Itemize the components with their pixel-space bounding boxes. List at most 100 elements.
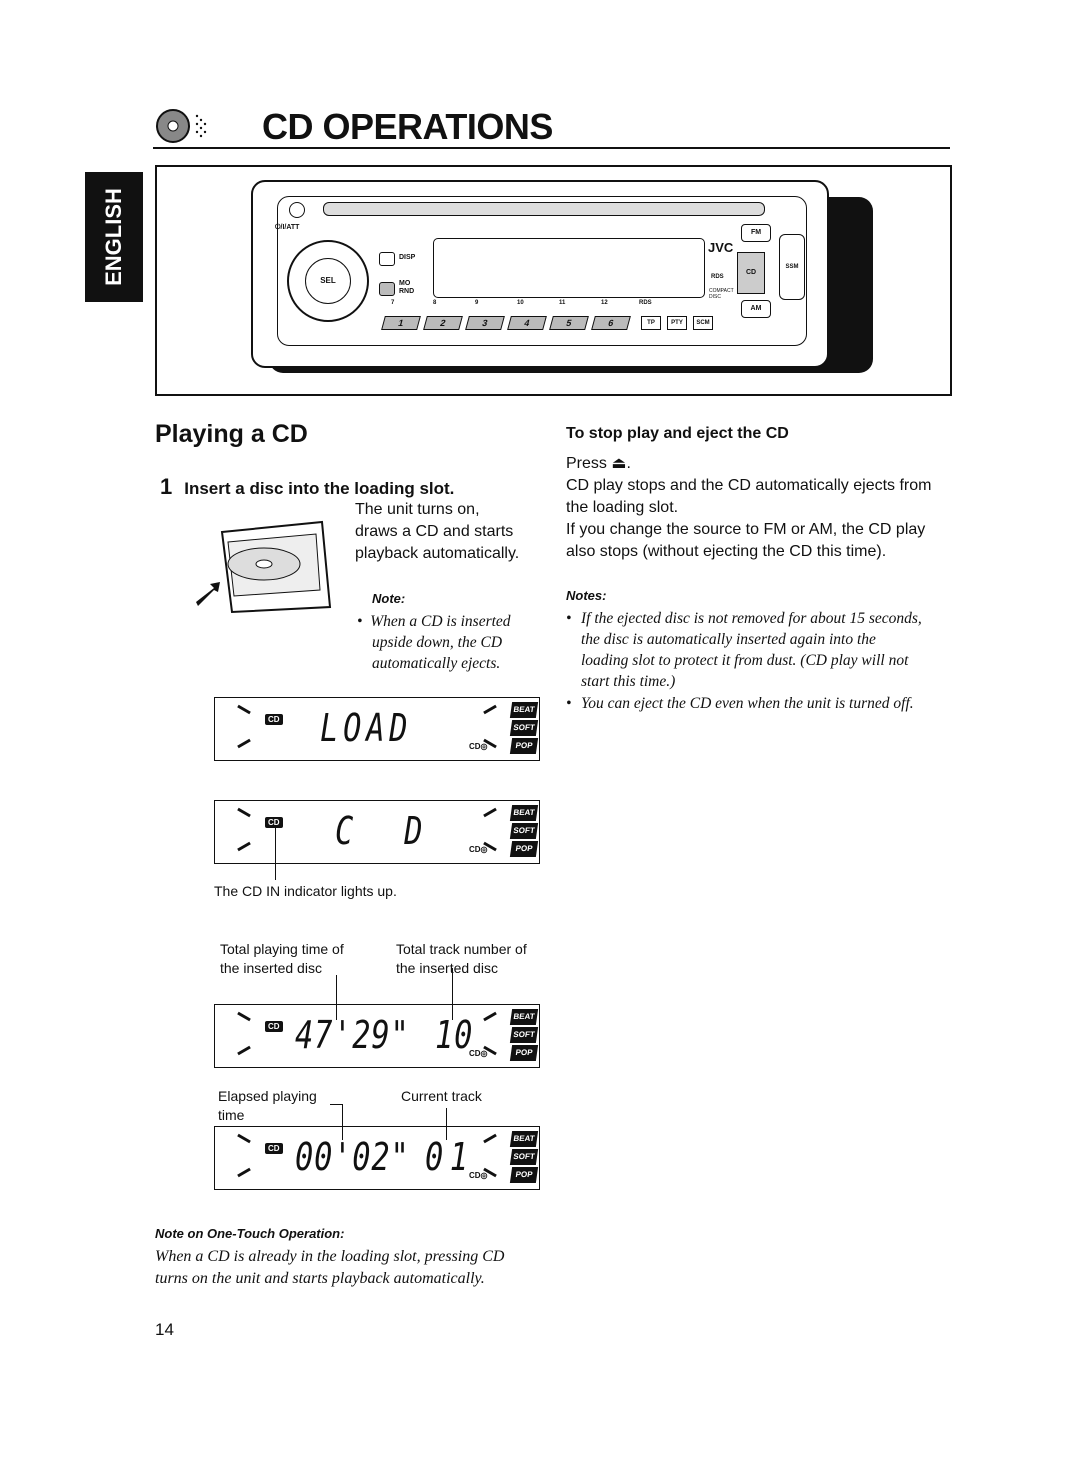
display-track: 10 (435, 1013, 474, 1057)
pop-mode: POP (509, 738, 539, 754)
disc-insert-illustration (196, 520, 332, 614)
one-touch-text: When a CD is already in the loading slot… (155, 1246, 504, 1290)
display-time: 47'29" (295, 1013, 410, 1057)
lcd-display-load: CD LOAD CD◎ BEAT SOFT POP (214, 697, 540, 761)
disp-button[interactable] (379, 252, 395, 266)
compact-disc-logo: COMPACT DISC (709, 288, 734, 300)
device-illustration-frame: ⏻/I/ATT SEL DISP MO RND JVC RDS COMPACT D… (155, 165, 952, 396)
display-main-text: LOAD (320, 706, 413, 750)
pty-button[interactable]: PTY (667, 316, 687, 330)
preset-alt-8: 8 (433, 300, 437, 306)
note-body: When a CD is inserted upside down, the C… (370, 613, 511, 672)
preset-4-button[interactable]: 4 (507, 316, 547, 330)
loading-slot (323, 202, 765, 216)
text-line: loading slot to protect it from dust. (C… (581, 652, 909, 669)
lcd-window (433, 238, 705, 298)
pop-mode: POP (509, 1167, 539, 1183)
manual-page: CD OPERATIONS ENGLISH ⏻/I/ATT SEL DISP M… (0, 0, 1080, 1464)
caption-line: the inserted disc (396, 960, 498, 976)
cd-in-indicator: CD (265, 1143, 283, 1154)
text-line: start this time.) (581, 673, 676, 690)
fm-button[interactable]: FM (741, 224, 771, 242)
display-main-text: C D (335, 809, 428, 853)
disp-label: DISP (399, 254, 416, 261)
beat-mode: BEAT (509, 805, 539, 821)
section-title: Playing a CD (155, 420, 308, 448)
preset-6-button[interactable]: 6 (591, 316, 631, 330)
cd-button[interactable]: CD (737, 252, 765, 294)
stop-eject-heading: To stop play and eject the CD (566, 425, 789, 442)
elapsed-caption: Elapsed playing time (218, 1087, 317, 1125)
tp-button[interactable]: TP (641, 316, 661, 330)
mo-rnd-button[interactable] (379, 282, 395, 296)
ssm-seek-button[interactable]: SSM (779, 234, 805, 300)
display-time: 00'02" (295, 1135, 410, 1179)
rds-logo: RDS (711, 274, 724, 280)
caption-line: the inserted disc (220, 960, 322, 976)
beat-mode: BEAT (509, 1009, 539, 1025)
sound-mode-indicators: BEAT SOFT POP (509, 702, 539, 756)
step-text-line: draws a CD and starts (355, 523, 514, 540)
sel-button[interactable]: SEL (305, 258, 351, 304)
preset-alt-10: 10 (517, 300, 524, 306)
preset-2-button[interactable]: 2 (423, 316, 463, 330)
press-eject-instruction: Press ⏏. (566, 455, 631, 472)
text-line: CD play stops and the CD automatically e… (566, 477, 932, 494)
text-line: When a CD is already in the loading slot… (155, 1248, 505, 1265)
total-tracks-caption: Total track number of the inserted disc (396, 940, 527, 978)
soft-mode: SOFT (509, 1027, 539, 1043)
step-1-heading: 1 Insert a disc into the loading slot. (160, 474, 454, 500)
step-title: Insert a disc into the loading slot. (184, 479, 455, 498)
caption-line: Elapsed playing (218, 1088, 317, 1104)
cd-disc-indicator-icon: CD◎ (469, 845, 488, 854)
one-touch-heading: Note on One-Touch Operation: (155, 1226, 345, 1241)
notes-heading: Notes: (566, 588, 607, 603)
cd-in-caption: The CD IN indicator lights up. (214, 883, 397, 899)
scm-button[interactable]: SCM (693, 316, 713, 330)
sound-mode-indicators: BEAT SOFT POP (509, 1131, 539, 1185)
total-time-caption: Total playing time of the inserted disc (220, 940, 344, 978)
lcd-display-cd: CD C D CD◎ BEAT SOFT POP (214, 800, 540, 864)
sound-mode-indicators: BEAT SOFT POP (509, 805, 539, 859)
preset-1-button[interactable]: 1 (381, 316, 421, 330)
current-track-caption: Current track (401, 1088, 482, 1104)
note-text: • When a CD is inserted upside down, the… (357, 613, 511, 672)
preset-3-button[interactable]: 3 (465, 316, 505, 330)
note-item: • If the ejected disc is not removed for… (566, 608, 951, 692)
text-line: the loading slot. (566, 499, 679, 516)
text-line: If the ejected disc is not removed for a… (581, 610, 922, 627)
mo-label: MO (399, 280, 411, 287)
arrow-icon (196, 582, 220, 606)
cd-in-indicator: CD (265, 817, 283, 828)
jvc-logo: JVC (708, 240, 734, 255)
device-faceplate: ⏻/I/ATT SEL DISP MO RND JVC RDS COMPACT D… (251, 180, 829, 368)
lcd-display-elapsed: CD 00'02" 01 CD◎ BEAT SOFT POP (214, 1126, 540, 1190)
step-number: 1 (160, 474, 173, 499)
step-text-line: playback automatically. (355, 545, 520, 562)
preset-alt-9: 9 (475, 300, 479, 306)
sound-mode-indicators: BEAT SOFT POP (509, 1009, 539, 1063)
cd-in-indicator: CD (265, 1021, 283, 1032)
text-line: You can eject the CD even when the unit … (581, 695, 914, 712)
notes-list: • If the ejected disc is not removed for… (566, 608, 951, 714)
pop-mode: POP (509, 841, 539, 857)
display-track: 01 (425, 1135, 475, 1179)
soft-mode: SOFT (509, 1149, 539, 1165)
pop-mode: POP (509, 1045, 539, 1061)
cd-disc-indicator-icon: CD◎ (469, 1049, 488, 1058)
preset-5-button[interactable]: 5 (549, 316, 589, 330)
preset-buttons: 1 2 3 4 5 6 TP PTY SCM (381, 316, 713, 330)
cd-in-indicator: CD (265, 714, 283, 725)
preset-alt-7: 7 (391, 300, 395, 306)
lcd-display-total: CD 47'29" 10 CD◎ BEAT SOFT POP (214, 1004, 540, 1068)
caption-line: Total track number of (396, 941, 527, 957)
rds-label: RDS (639, 300, 652, 306)
text-line: turns on the unit and starts playback au… (155, 1270, 485, 1287)
soft-mode: SOFT (509, 720, 539, 736)
preset-alt-11: 11 (559, 300, 566, 306)
step-text-line: The unit turns on, (355, 501, 480, 518)
power-button[interactable] (289, 202, 305, 218)
note-heading: Note: (372, 591, 406, 606)
title-rule (153, 147, 950, 149)
page-number: 14 (155, 1320, 174, 1339)
